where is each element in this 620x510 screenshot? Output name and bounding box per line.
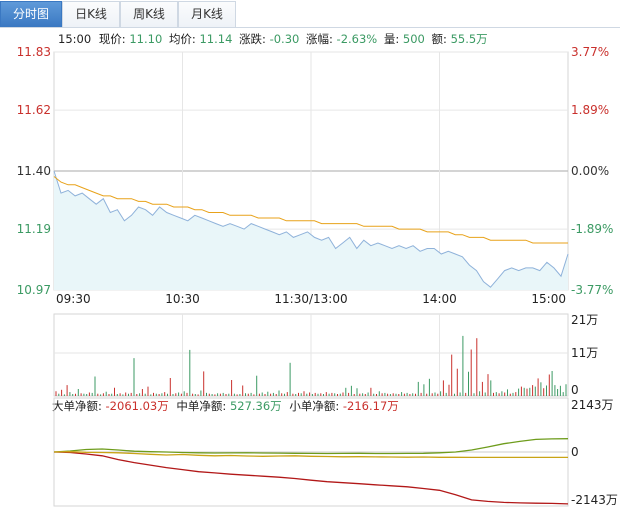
volume-panel: 21万 11万 0 [53,313,598,397]
time-x-tick: 14:00 [422,292,457,306]
tab-weekly-kline[interactable]: 周K线 [120,1,178,27]
flow-small-label: 小单净额: [289,399,339,413]
price-y-tick: 11.19 [17,222,51,236]
medium-flow-line [53,438,569,455]
flow-medium-value: 527.36万 [230,399,282,413]
flow-y-tick: 0 [571,445,579,459]
pct-y-tick: -1.89% [571,222,613,236]
flow-bar: 大单净额: -2061.03万 中单净额: 527.36万 小单净额: -216… [52,399,399,413]
flow-panel: 2143万 0 -2143万 [53,397,618,507]
flow-medium-label: 中单净额: [176,399,226,413]
pct-y-tick: 1.89% [571,103,609,117]
price-y-tick: 11.40 [17,164,51,178]
price-y-tick: 10.97 [17,283,51,297]
flow-y-tick: -2143万 [571,493,618,507]
price-panel: 11.83 3.77% 11.62 1.89% 11.40 0.00% 11.19 -1.89… [17,45,614,306]
flow-y-tick: 2143万 [571,398,614,412]
pct-y-tick: -3.77% [571,283,613,297]
price-y-tick: 11.83 [17,45,51,59]
tab-intraday[interactable]: 分时图 [0,1,62,27]
info-change-value: -0.30 [270,32,300,46]
info-pct-value: -2.63% [337,32,378,46]
tab-bar: 分时图 日K线 周K线 月K线 [0,0,620,28]
info-time: 15:00 [58,32,91,46]
tab-daily-kline[interactable]: 日K线 [62,1,120,27]
info-amount-value: 55.5万 [451,32,488,46]
info-price-label: 现价: [99,32,126,46]
time-x-tick: 11:30/13:00 [274,292,347,306]
info-avg-value: 11.14 [199,32,232,46]
info-vol-value: 500 [403,32,425,46]
info-amount-label: 额: [432,32,447,46]
time-x-tick: 09:30 [56,292,91,306]
tab-monthly-kline[interactable]: 月K线 [178,1,236,27]
pct-y-tick: 3.77% [571,45,609,59]
info-avg-label: 均价: [169,32,196,46]
volume-y-tick: 0 [571,383,579,397]
flow-large-value: -2061.03万 [106,399,169,413]
info-bar: 15:00 现价: 11.10 均价: 11.14 涨跌: -0.30 涨幅: … [58,32,488,46]
pct-y-tick: 0.00% [571,164,609,178]
time-x-tick: 15:00 [531,292,566,306]
info-price-value: 11.10 [129,32,162,46]
volume-y-tick: 21万 [571,313,598,327]
flow-small-value: -216.17万 [343,399,399,413]
info-change-label: 涨跌: [239,32,266,46]
intraday-chart: 15:00 现价: 11.10 均价: 11.14 涨跌: -0.30 涨幅: … [17,32,618,507]
info-vol-label: 量: [384,32,399,46]
time-x-tick: 10:30 [165,292,200,306]
price-y-tick: 11.62 [17,103,51,117]
flow-large-label: 大单净额: [52,399,102,413]
info-pct-label: 涨幅: [306,32,333,46]
small-flow-line [53,451,568,459]
volume-y-tick: 11万 [571,346,598,360]
large-flow-line [53,451,569,505]
